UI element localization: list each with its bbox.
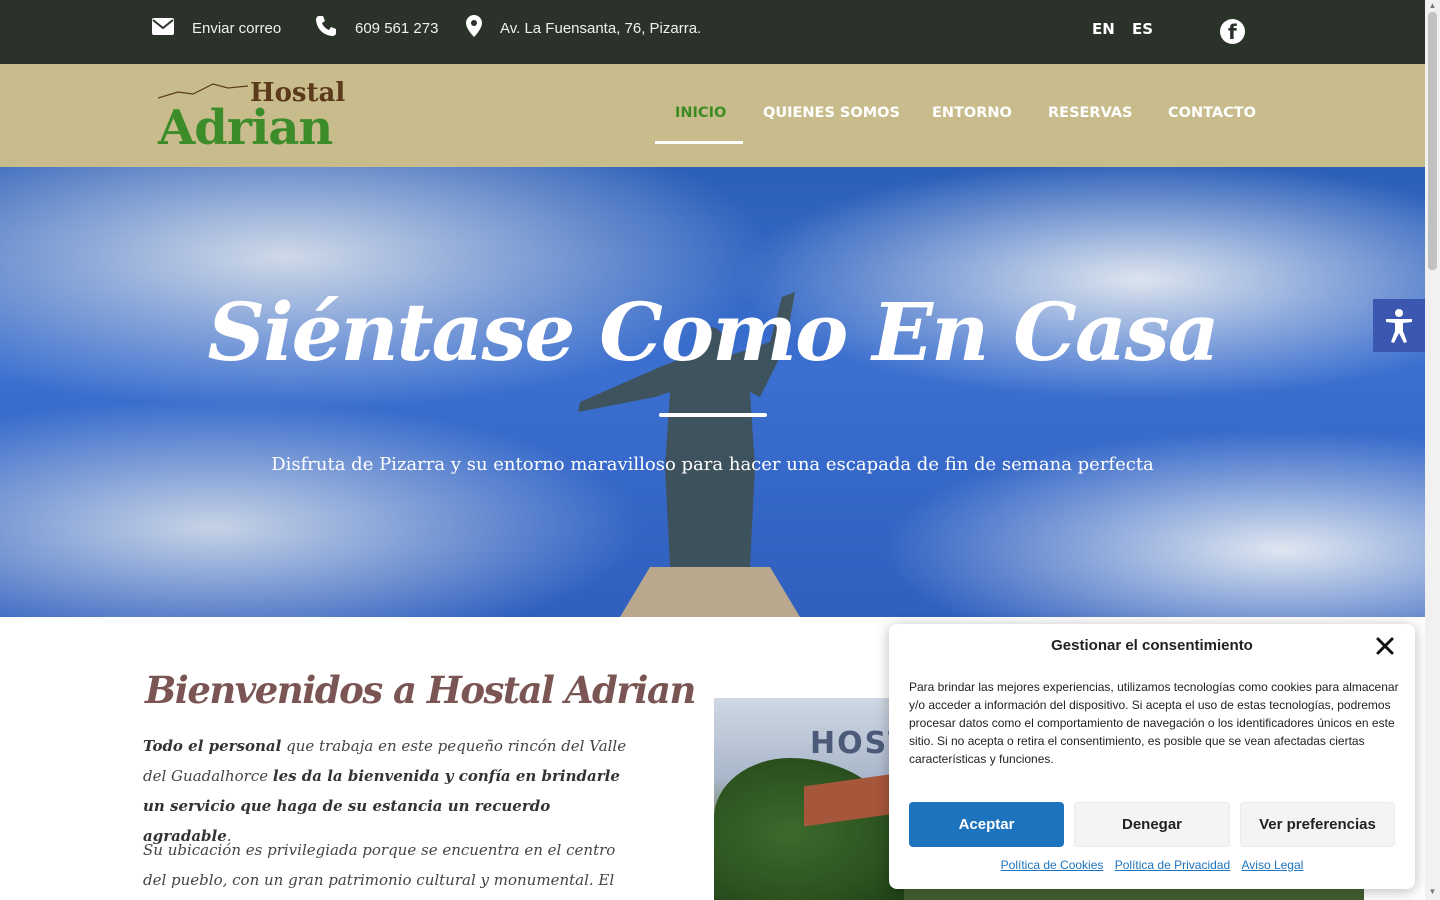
accessibility-icon	[1386, 309, 1412, 343]
email-link[interactable]: Enviar correo	[152, 0, 281, 56]
nav-item-contacto[interactable]: CONTACTO	[1168, 105, 1256, 121]
logo-line2: Adrian	[158, 100, 333, 156]
logo[interactable]: Hostal Adrian	[158, 78, 353, 156]
phone-number: 609 561 273	[355, 19, 439, 37]
scroll-up-icon[interactable]: ▲	[1428, 2, 1437, 10]
hero-title: Siéntase Como En Casa	[207, 285, 1219, 379]
map-pin-icon	[466, 15, 482, 41]
nav-item-entorno[interactable]: ENTORNO	[932, 105, 1012, 121]
email-label: Enviar correo	[192, 19, 282, 37]
accept-button[interactable]: Aceptar	[909, 802, 1064, 847]
consent-title: Gestionar el consentimiento	[1051, 637, 1253, 654]
preferences-button[interactable]: Ver preferencias	[1240, 802, 1395, 847]
consent-links: Política de Cookies Política de Privacid…	[889, 858, 1415, 872]
top-bar: Enviar correo 609 561 273 Av. La Fuensan…	[0, 0, 1425, 64]
mountain-logo-icon	[158, 83, 249, 99]
consent-dialog: Gestionar el consentimiento Para brindar…	[889, 624, 1415, 889]
address-text: Av. La Fuensanta, 76, Pizarra.	[500, 19, 702, 37]
hero: Siéntase Como En Casa Disfruta de Pizarr…	[0, 167, 1425, 617]
legal-notice-link[interactable]: Aviso Legal	[1242, 858, 1304, 872]
hero-divider	[659, 413, 767, 417]
scrollbar[interactable]: ▲ ▼	[1425, 0, 1440, 900]
phone-link[interactable]: 609 561 273	[315, 0, 438, 56]
welcome-paragraph-1: Todo el personal que trabaja en este peq…	[143, 731, 633, 851]
envelope-icon	[152, 17, 174, 39]
address-link[interactable]: Av. La Fuensanta, 76, Pizarra.	[466, 0, 701, 56]
hero-subtitle: Disfruta de Pizarra y su entorno maravil…	[271, 454, 1154, 475]
nav-item-inicio[interactable]: INICIO	[675, 105, 726, 121]
header: Hostal Adrian INICIO QUIENES SOMOS ENTOR…	[0, 64, 1425, 167]
welcome-bold-1: Todo el personal	[143, 737, 282, 755]
consent-body: Para brindar las mejores experiencias, u…	[909, 680, 1399, 766]
facebook-glyph: f	[1228, 20, 1237, 44]
facebook-icon[interactable]: f	[1220, 19, 1245, 44]
scrollbar-thumb[interactable]	[1428, 12, 1437, 270]
nav-item-reservas[interactable]: RESERVAS	[1048, 105, 1133, 121]
nav-active-underline	[655, 141, 743, 144]
page: Enviar correo 609 561 273 Av. La Fuensan…	[0, 0, 1425, 900]
phone-icon	[315, 15, 337, 41]
cookie-policy-link[interactable]: Política de Cookies	[1001, 858, 1104, 872]
nav-item-quienes-somos[interactable]: QUIENES SOMOS	[763, 105, 900, 121]
scroll-down-icon[interactable]: ▼	[1428, 888, 1437, 896]
lang-es-link[interactable]: ES	[1132, 20, 1153, 38]
close-icon[interactable]	[1375, 636, 1395, 656]
welcome-title: Bienvenidos a Hostal Adrian	[145, 668, 696, 712]
lang-en-link[interactable]: EN	[1092, 20, 1115, 38]
privacy-policy-link[interactable]: Política de Privacidad	[1115, 858, 1230, 872]
welcome-paragraph-2: Su ubicación es privilegiada porque se e…	[143, 841, 616, 889]
deny-button[interactable]: Denegar	[1074, 802, 1230, 847]
accessibility-button[interactable]	[1373, 299, 1425, 352]
